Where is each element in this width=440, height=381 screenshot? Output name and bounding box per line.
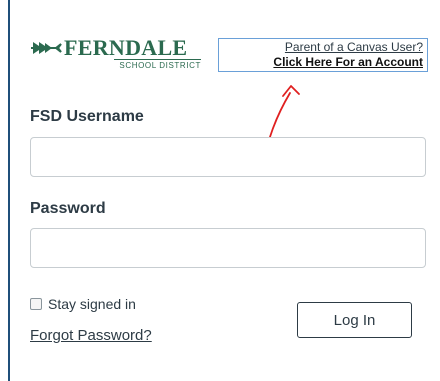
password-input[interactable]: [30, 228, 426, 268]
stay-signed-in-label[interactable]: Stay signed in: [48, 296, 136, 312]
username-label: FSD Username: [30, 108, 144, 125]
parent-account-link-box[interactable]: Parent of a Canvas User? Click Here For …: [218, 38, 428, 72]
password-label: Password: [30, 200, 106, 217]
create-account-link[interactable]: Click Here For an Account: [219, 55, 423, 70]
logo-subtitle: SCHOOL DISTRICT: [114, 59, 201, 70]
stay-signed-in-checkbox[interactable]: [30, 298, 42, 310]
parent-question-link[interactable]: Parent of a Canvas User?: [219, 40, 423, 55]
logo-name: FERNDALE: [64, 35, 188, 60]
forgot-password-link[interactable]: Forgot Password?: [30, 327, 152, 344]
stay-signed-in[interactable]: Stay signed in: [30, 296, 136, 312]
ferndale-logo: FERNDALE SCHOOL DISTRICT: [30, 35, 205, 74]
login-button[interactable]: Log In: [297, 302, 412, 338]
username-input[interactable]: [30, 137, 426, 177]
fern-leaf-icon: [31, 42, 62, 54]
